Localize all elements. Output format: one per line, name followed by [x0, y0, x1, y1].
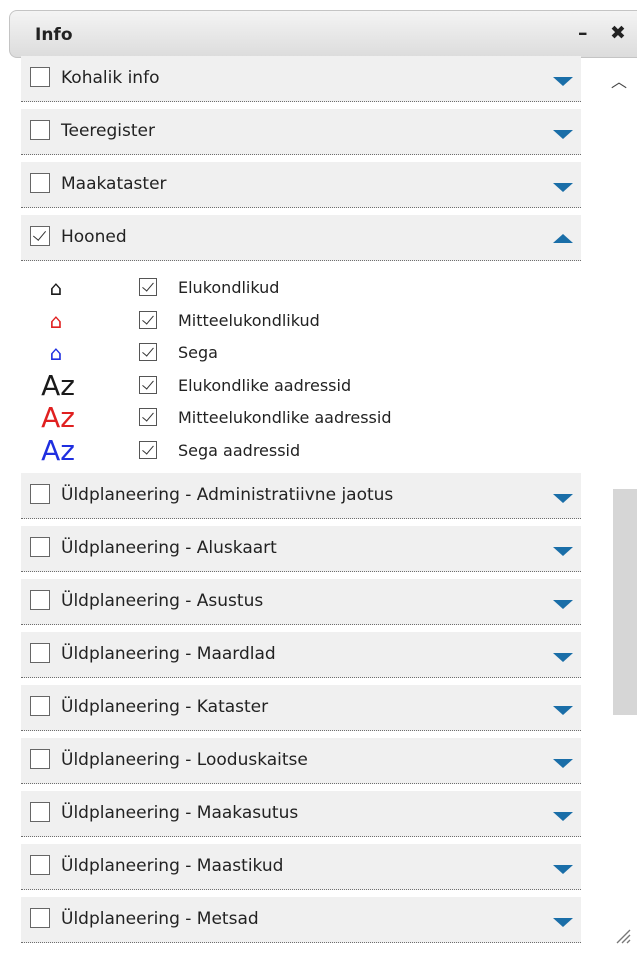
sublayer-row[interactable]: ⌂ Mitteelukondlikud: [21, 305, 581, 337]
sublayer-checkbox[interactable]: [139, 278, 157, 296]
layer-row[interactable]: Üldplaneering - Aluskaart: [21, 526, 581, 572]
scrollbar[interactable]: ︿: [601, 58, 637, 954]
panel-header: Info – ✖: [9, 10, 637, 58]
layer-row[interactable]: Üldplaneering - Kataster: [21, 685, 581, 731]
layer-row[interactable]: Üldplaneering - Metsad: [21, 897, 581, 943]
house-icon: ⌂: [49, 308, 63, 333]
panel-title: Info: [35, 25, 73, 45]
layer-label: Üldplaneering - Kataster: [61, 697, 269, 717]
layer-checkbox[interactable]: [30, 537, 50, 557]
minimize-button[interactable]: –: [578, 23, 588, 43]
sublayer-checkbox[interactable]: [139, 408, 157, 426]
layer-label: Üldplaneering - Administratiivne jaotus: [61, 485, 394, 505]
sublayer-checkbox[interactable]: [139, 375, 157, 394]
layer-label: Üldplaneering - Maardlad: [61, 644, 276, 664]
layer-checkbox[interactable]: [30, 484, 50, 504]
layer-checkbox[interactable]: [30, 802, 50, 822]
sublayer-label: Sega aadressid: [178, 440, 301, 460]
scrollbar-thumb[interactable]: [613, 489, 637, 715]
layer-row[interactable]: Hooned: [21, 215, 581, 261]
layer-label: Üldplaneering - Maakasutus: [61, 803, 299, 823]
layer-row[interactable]: Üldplaneering - Looduskaitse: [21, 738, 581, 784]
sublayer-label: Sega: [178, 343, 218, 362]
expand-arrow-icon[interactable]: [553, 547, 573, 556]
expand-arrow-icon[interactable]: [553, 918, 573, 927]
address-icon: Az: [41, 368, 75, 402]
layer-row[interactable]: Teeregister: [21, 109, 581, 155]
layer-label: Teeregister: [61, 121, 155, 141]
layer-label: Üldplaneering - Maastikud: [61, 856, 284, 876]
close-button[interactable]: ✖: [610, 23, 626, 43]
address-icon: Az: [41, 433, 75, 467]
house-icon: ⌂: [49, 276, 63, 300]
expand-arrow-icon[interactable]: [553, 130, 573, 139]
sublayer-row[interactable]: Az Sega aadressid: [21, 435, 581, 467]
expand-arrow-icon[interactable]: [553, 759, 573, 768]
expand-arrow-icon[interactable]: [553, 600, 573, 609]
layer-row[interactable]: Üldplaneering - Asustus: [21, 579, 581, 625]
layer-checkbox[interactable]: [30, 908, 50, 928]
layer-checkbox[interactable]: [30, 696, 50, 716]
layer-row[interactable]: Kohalik info: [21, 56, 581, 102]
sublayer-checkbox[interactable]: [139, 440, 157, 459]
layer-row[interactable]: Üldplaneering - Administratiivne jaotus: [21, 473, 581, 519]
sublayer-checkbox[interactable]: [139, 310, 157, 329]
layer-row[interactable]: Maakataster: [21, 162, 581, 208]
expand-arrow-icon[interactable]: [553, 706, 573, 715]
sublayer-row[interactable]: Az Elukondlike aadressid: [21, 370, 581, 402]
expand-arrow-icon[interactable]: [553, 494, 573, 503]
layer-list: Kohalik info Teeregister Maakataster Hooned…: [21, 56, 581, 944]
layer-row[interactable]: Üldplaneering - Maakasutus: [21, 791, 581, 837]
layer-label: Üldplaneering - Metsad: [61, 909, 259, 929]
sublayer-row[interactable]: ⌂ Elukondlikud: [21, 272, 581, 304]
address-icon: Az: [41, 401, 75, 434]
sublayer-row[interactable]: Az Mitteelukondlike aadressid: [21, 402, 581, 434]
collapse-arrow-icon[interactable]: [553, 234, 573, 243]
layer-checkbox[interactable]: [30, 173, 50, 193]
layer-label: Maakataster: [61, 174, 167, 194]
layer-checkbox[interactable]: [30, 67, 50, 87]
layer-checkbox[interactable]: [30, 590, 50, 610]
sublayer-label: Mitteelukondlike aadressid: [178, 408, 392, 427]
house-icon: ⌂: [49, 341, 63, 365]
resize-handle-icon[interactable]: [613, 926, 631, 944]
sublayer-row[interactable]: ⌂ Sega: [21, 337, 581, 369]
layer-label: Üldplaneering - Aluskaart: [61, 538, 277, 558]
layer-label: Hooned: [61, 227, 127, 247]
layer-checkbox[interactable]: [30, 120, 50, 140]
expand-arrow-icon[interactable]: [553, 812, 573, 821]
sublayer-label: Elukondlikud: [178, 278, 280, 297]
layer-checkbox[interactable]: [30, 749, 50, 769]
layer-label: Kohalik info: [61, 68, 160, 88]
sublayer-checkbox[interactable]: [139, 343, 157, 361]
expand-arrow-icon[interactable]: [553, 183, 573, 192]
layer-checkbox[interactable]: [30, 855, 50, 875]
expand-arrow-icon[interactable]: [553, 77, 573, 86]
scroll-up-icon[interactable]: ︿: [611, 68, 627, 92]
expand-arrow-icon[interactable]: [553, 653, 573, 662]
sublayer-label: Elukondlike aadressid: [178, 375, 352, 395]
layer-row[interactable]: Üldplaneering - Maardlad: [21, 632, 581, 678]
layer-row[interactable]: Üldplaneering - Maastikud: [21, 844, 581, 890]
layer-label: Üldplaneering - Asustus: [61, 591, 264, 611]
layer-checkbox[interactable]: [30, 643, 50, 663]
layer-label: Üldplaneering - Looduskaitse: [61, 750, 308, 770]
expand-arrow-icon[interactable]: [553, 865, 573, 874]
sublayer-label: Mitteelukondlikud: [178, 310, 320, 330]
layer-checkbox[interactable]: [30, 226, 50, 246]
